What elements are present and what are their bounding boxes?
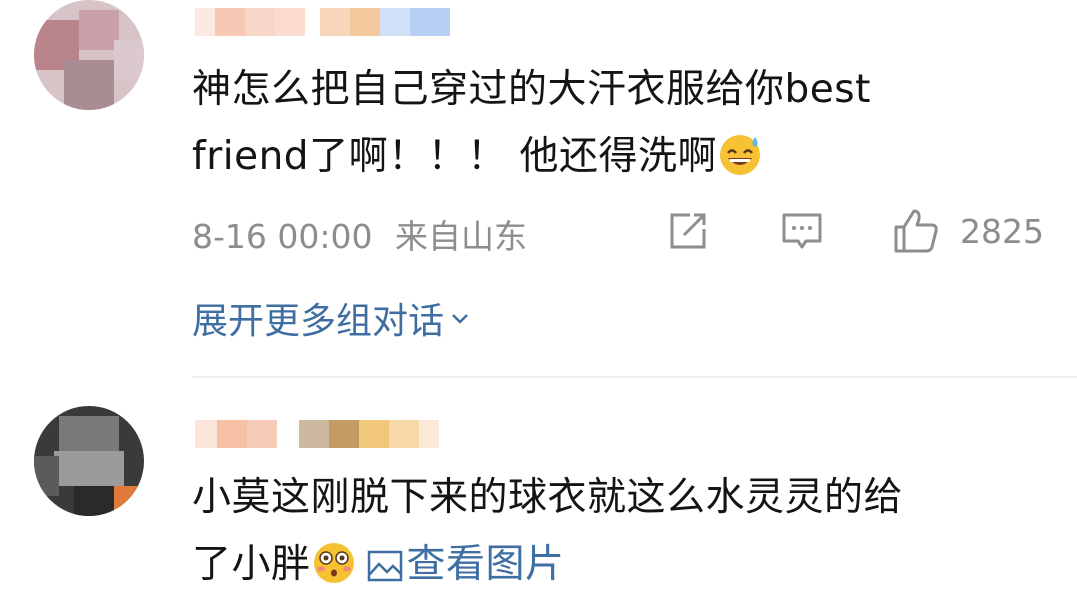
expand-label: 展开更多组对话 (192, 301, 445, 342)
username-blurred[interactable] (195, 8, 450, 36)
view-images-label: 查看图片 (406, 542, 565, 587)
location: 来自山东 (395, 217, 527, 256)
reply-button[interactable] (780, 206, 824, 256)
avatar[interactable] (34, 406, 144, 516)
username-blurred[interactable] (195, 420, 439, 448)
avatar[interactable] (34, 0, 144, 110)
timestamp: 8-16 00:00 (192, 217, 373, 256)
like-button[interactable]: 2825 (892, 206, 1044, 256)
comment-text: 小莫这刚脱下来的球衣就这么水灵灵的给 了小胖 查看图片 (192, 475, 904, 587)
expand-conversation-link[interactable]: 展开更多组对话 (192, 292, 472, 344)
image-icon (367, 550, 402, 582)
divider (192, 376, 1077, 378)
chevron-down-icon (452, 314, 468, 324)
comment-meta: 8-16 00:00 来自山东 (192, 210, 527, 258)
share-icon (670, 213, 706, 249)
thumbs-up-icon (894, 209, 938, 253)
share-button[interactable] (666, 206, 710, 256)
flushed-face-emoji (313, 543, 354, 583)
comment-icon (782, 213, 822, 249)
comment-text: 神怎么把自己穿过的大汗衣服给你best friend了啊！！！ 他还得洗啊 (192, 67, 871, 179)
view-images-link[interactable]: 查看图片 (367, 542, 565, 587)
like-count: 2825 (960, 211, 1044, 251)
grinning-sweat-emoji (719, 135, 760, 175)
